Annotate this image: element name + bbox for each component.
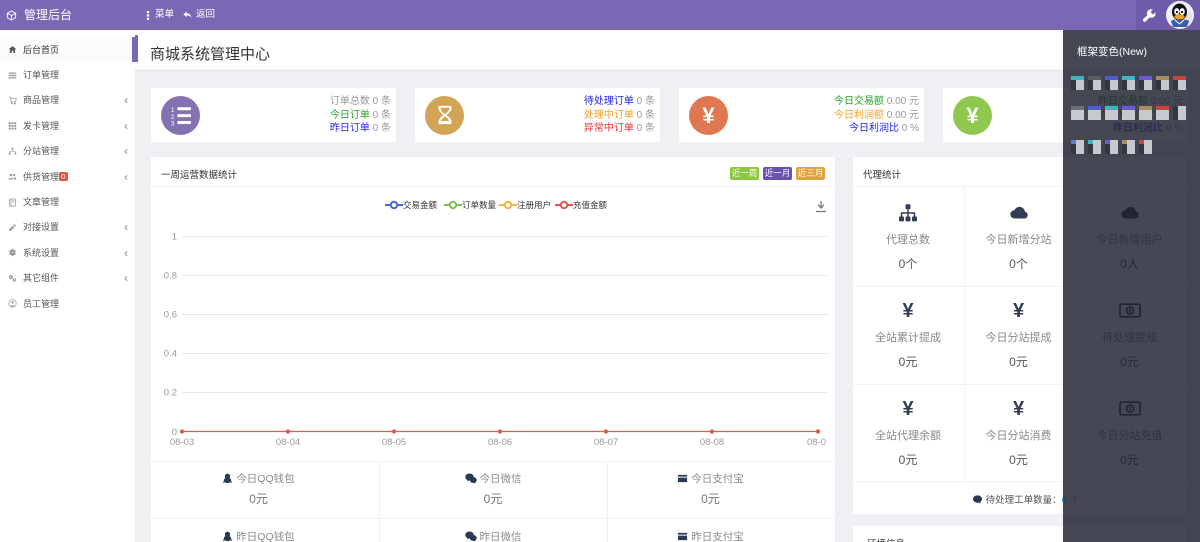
svg-text:1: 1 [170,106,174,113]
svg-text:0.2: 0.2 [164,388,177,399]
svg-text:注册用户: 注册用户 [517,200,551,210]
svg-text:订单数量: 订单数量 [462,200,497,210]
svg-text:08-04: 08-04 [276,437,300,448]
svg-text:08-03: 08-03 [170,437,194,448]
svg-text:08-08: 08-08 [700,437,724,448]
svg-text:3: 3 [170,120,174,126]
svg-text:0.6: 0.6 [164,310,177,321]
svg-text:0.4: 0.4 [164,349,177,360]
svg-text:08-07: 08-07 [594,437,618,448]
svg-text:08-05: 08-05 [382,437,406,448]
svg-text:1: 1 [172,232,177,243]
svg-text:充值金额: 充值金额 [573,200,608,210]
svg-text:交易金额: 交易金额 [403,200,438,210]
svg-text:0.8: 0.8 [164,271,177,282]
svg-text:08-0: 08-0 [807,437,826,448]
svg-text:08-06: 08-06 [488,437,512,448]
svg-text:2: 2 [170,113,174,120]
